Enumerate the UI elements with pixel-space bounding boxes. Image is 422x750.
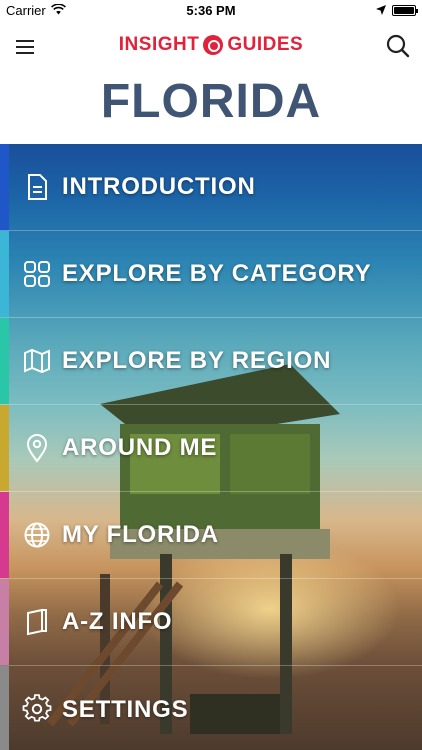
brand-left: INSIGHT <box>118 34 200 55</box>
menu-item-explore-by-category[interactable]: EXPLORE BY CATEGORY <box>0 231 422 318</box>
page-title: FLORIDA <box>100 75 322 128</box>
menu-item-explore-by-region[interactable]: EXPLORE BY REGION <box>0 318 422 405</box>
menu-item-label: MY FLORIDA <box>62 521 219 548</box>
book-icon <box>22 607 52 637</box>
menu-item-settings[interactable]: SETTINGS <box>0 666 422 750</box>
brand-right: GUIDES <box>227 34 304 55</box>
map-icon <box>22 346 52 376</box>
grid-icon <box>22 259 52 289</box>
menu-accent-strip <box>0 318 9 404</box>
menu-accent-strip <box>0 666 9 750</box>
search-icon[interactable] <box>384 32 412 60</box>
status-time: 5:36 PM <box>186 3 236 18</box>
status-right <box>376 3 418 18</box>
menu-item-label: EXPLORE BY CATEGORY <box>62 260 372 287</box>
globe-icon <box>22 520 52 550</box>
battery-icon <box>392 5 418 16</box>
menu-item-label: A-Z INFO <box>62 608 173 635</box>
brand-logo: INSIGHT GUIDES <box>0 34 422 56</box>
location-arrow-icon <box>376 3 386 18</box>
menu-accent-strip <box>0 144 9 230</box>
document-icon <box>22 172 52 202</box>
menu-accent-strip <box>0 492 9 578</box>
menu-item-a-z-info[interactable]: A-Z INFO <box>0 579 422 666</box>
status-bar: Carrier 5:36 PM <box>0 0 422 22</box>
menu-item-label: INTRODUCTION <box>62 173 256 200</box>
menu-item-label: SETTINGS <box>62 695 189 723</box>
menu-accent-strip <box>0 579 9 665</box>
menu-accent-strip <box>0 231 9 317</box>
menu-item-around-me[interactable]: AROUND ME <box>0 405 422 492</box>
brand-target-icon <box>203 35 224 55</box>
location-pin-icon <box>22 433 52 463</box>
menu-item-introduction[interactable]: INTRODUCTION <box>0 144 422 231</box>
menu-item-my-florida[interactable]: MY FLORIDA <box>0 492 422 579</box>
gear-icon <box>22 694 52 724</box>
menu-item-label: AROUND ME <box>62 434 218 461</box>
app-header: INSIGHT GUIDES FLORIDA <box>0 22 422 144</box>
main-menu: INTRODUCTION EXPLORE BY CATEGORY EXPLORE… <box>0 144 422 750</box>
menu-item-label: EXPLORE BY REGION <box>62 347 332 374</box>
menu-accent-strip <box>0 405 9 491</box>
battery-level <box>394 7 414 14</box>
